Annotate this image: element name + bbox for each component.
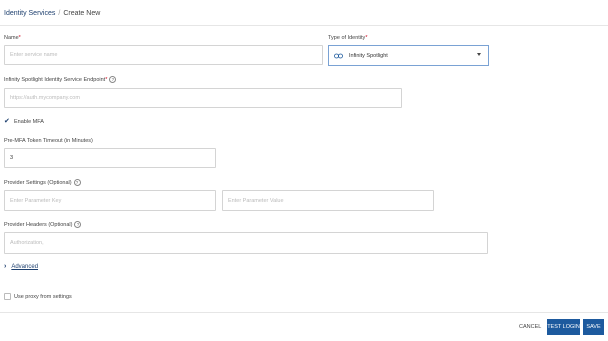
chevron-down-icon: [477, 53, 481, 56]
save-button[interactable]: SAVE: [583, 319, 604, 335]
breadcrumb-current: Create New: [63, 10, 101, 17]
header-divider: [0, 25, 608, 26]
required-mark: *: [18, 35, 21, 41]
name-input[interactable]: Enter service name: [4, 45, 323, 65]
breadcrumb: Identity Services / Create New: [4, 10, 100, 17]
required-mark: *: [365, 35, 368, 41]
timeout-input[interactable]: 3: [4, 148, 216, 168]
help-icon[interactable]: ?: [109, 76, 117, 83]
identity-type-value: Infinity Spotlight: [349, 52, 388, 59]
use-proxy-label: Use proxy from settings: [14, 294, 72, 300]
provider-settings-label: Provider Settings (Optional)?: [4, 179, 81, 186]
enable-mfa-label: Enable MFA: [14, 119, 44, 125]
chevron-right-icon: ›: [4, 263, 7, 270]
help-icon[interactable]: ?: [74, 221, 82, 228]
identity-type-select[interactable]: Infinity Spotlight: [328, 45, 489, 66]
name-label: Name*: [4, 35, 21, 41]
required-mark: *: [105, 76, 108, 83]
parameter-key-input[interactable]: Enter Parameter Key: [4, 190, 216, 211]
use-proxy-checkbox[interactable]: [4, 293, 11, 300]
type-label: Type of Identity*: [328, 35, 368, 41]
footer-divider: [0, 312, 608, 313]
cancel-button[interactable]: CANCEL: [519, 324, 541, 330]
provider-headers-label: Provider Headers (Optional)?: [4, 221, 82, 228]
provider-headers-input[interactable]: Authorization,: [4, 232, 488, 254]
help-icon[interactable]: ?: [73, 179, 81, 186]
endpoint-input[interactable]: https://auth.mycompany.com: [4, 88, 402, 108]
advanced-toggle[interactable]: › Advanced: [4, 263, 38, 270]
spotlight-icon: [334, 53, 343, 58]
endpoint-label: Infinity Spotlight Identity Service Endp…: [4, 76, 117, 83]
test-login-button[interactable]: TEST LOGIN: [547, 319, 580, 335]
parameter-value-input[interactable]: Enter Parameter Value: [222, 190, 434, 211]
advanced-link[interactable]: Advanced: [11, 264, 38, 270]
breadcrumb-parent[interactable]: Identity Services: [4, 10, 55, 17]
timeout-label: Pre-MFA Token Timeout (in Minutes): [4, 138, 93, 144]
enable-mfa-checkbox[interactable]: ✔: [4, 118, 10, 125]
